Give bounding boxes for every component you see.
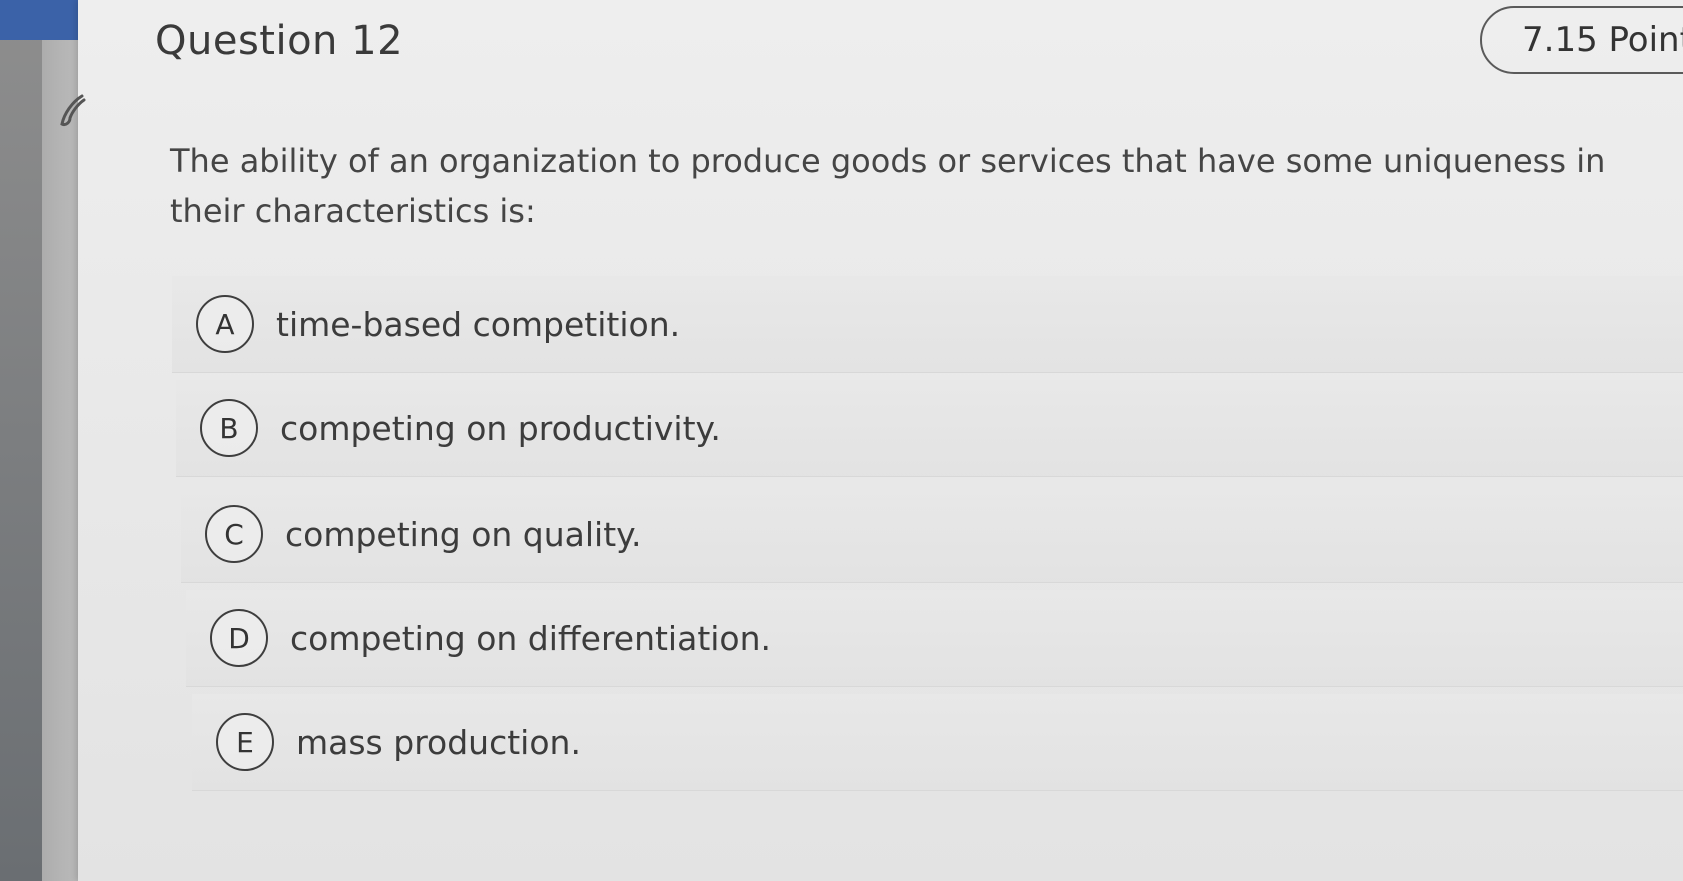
flag-icon[interactable] (58, 92, 88, 132)
option-text: time-based competition. (276, 304, 681, 344)
answer-option-b[interactable]: B competing on productivity. (176, 380, 1683, 477)
option-letter: E (216, 713, 274, 771)
left-strip (0, 0, 120, 881)
points-badge: 7.15 Point (1480, 6, 1683, 74)
answer-option-a[interactable]: A time-based competition. (172, 276, 1683, 373)
answer-option-e[interactable]: E mass production. (192, 694, 1683, 791)
question-prompt: The ability of an organization to produc… (170, 142, 1606, 230)
option-letter: B (200, 399, 258, 457)
option-text: competing on productivity. (280, 408, 721, 448)
option-text: mass production. (296, 722, 581, 762)
option-text: competing on quality. (285, 514, 642, 554)
option-letter: A (196, 295, 254, 353)
option-text: competing on differentiation. (290, 618, 772, 658)
screen: Question 12 7.15 Point The ability of an… (0, 0, 1683, 881)
answer-option-d[interactable]: D competing on differentiation. (186, 590, 1683, 687)
answer-option-c[interactable]: C competing on quality. (181, 486, 1683, 583)
option-letter: C (205, 505, 263, 563)
question-title: Question 12 (155, 18, 404, 64)
option-letter: D (210, 609, 268, 667)
